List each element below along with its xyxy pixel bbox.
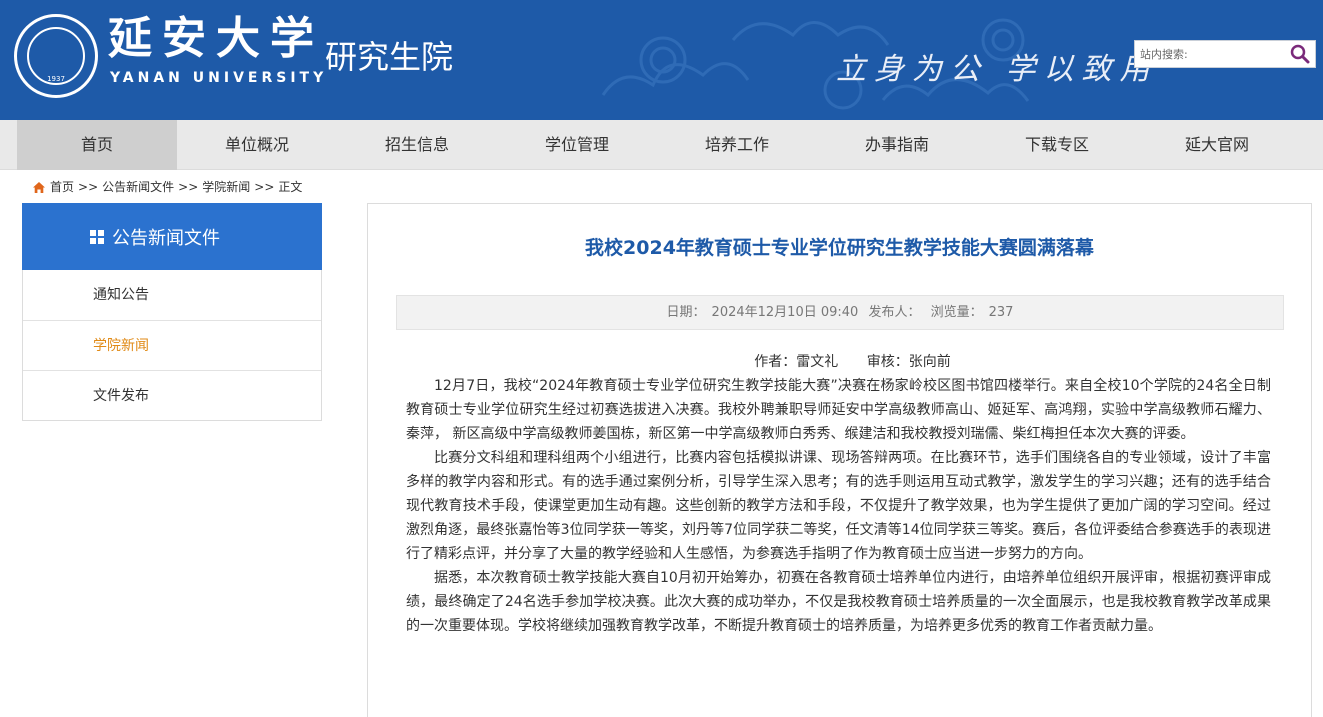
- sidebar-item-college-news[interactable]: 学院新闻: [23, 320, 321, 370]
- article-byline: 作者：雷文礼 审核：张向前: [368, 350, 1323, 374]
- slogan-calligraphy: 立身为公 学以致用: [836, 52, 1158, 87]
- breadcrumb-separator: >>: [78, 180, 99, 194]
- date-value: 2024年12月10日 09:40: [711, 305, 859, 320]
- site-header: 1937 延安大学 YANAN UNIVERSITY 研究生院 立身为公 学以致…: [0, 0, 1323, 120]
- reviewer: 审核：张向前: [866, 354, 951, 370]
- sidebar-title: 公告新闻文件: [112, 227, 220, 249]
- nav-item-home[interactable]: 首页: [17, 120, 177, 170]
- home-icon: [33, 181, 45, 193]
- breadcrumb-separator: >>: [254, 180, 275, 194]
- views-label: 浏览量：: [930, 305, 983, 320]
- seal-year: 1937: [47, 75, 65, 83]
- breadcrumb: 首页 >> 公告新闻文件 >> 学院新闻 >> 正文: [32, 178, 302, 196]
- grid-icon: [90, 229, 104, 244]
- university-name-en: YANAN UNIVERSITY: [110, 70, 328, 86]
- article-body: 12月7日，我校“2024年教育硕士专业学位研究生教学技能大赛”决赛在杨家岭校区…: [406, 374, 1271, 638]
- nav-item-training[interactable]: 培养工作: [657, 120, 817, 170]
- breadcrumb-current: 正文: [278, 180, 303, 194]
- nav-item-overview[interactable]: 单位概况: [177, 120, 337, 170]
- breadcrumb-separator: >>: [178, 180, 199, 194]
- date-label: 日期：: [666, 305, 706, 320]
- article-meta: 日期： 2024年12月10日 09:40 发布人： 浏览量： 237: [396, 295, 1284, 330]
- university-seal-logo: 1937: [14, 14, 98, 98]
- breadcrumb-notices[interactable]: 公告新闻文件: [102, 178, 174, 196]
- main-nav: 首页 单位概况 招生信息 学位管理 培养工作 办事指南 下载专区 延大官网: [0, 120, 1323, 170]
- nav-item-university-site[interactable]: 延大官网: [1137, 120, 1297, 170]
- nav-item-degree-management[interactable]: 学位管理: [497, 120, 657, 170]
- search-button[interactable]: [1285, 41, 1315, 67]
- sidebar-item-notices[interactable]: 通知公告: [23, 270, 321, 320]
- views-value: 237: [988, 305, 1014, 320]
- article-paragraph: 12月7日，我校“2024年教育硕士专业学位研究生教学技能大赛”决赛在杨家岭校区…: [406, 378, 1271, 442]
- sidebar-item-documents[interactable]: 文件发布: [23, 370, 321, 420]
- article-title: 我校2024年教育硕士专业学位研究生教学技能大赛圆满落幕: [585, 237, 1094, 259]
- breadcrumb-college-news[interactable]: 学院新闻: [202, 178, 250, 196]
- article-paragraph: 据悉，本次教育硕士教学技能大赛自10月初开始筹办，初赛在各教育硕士培养单位内进行…: [406, 570, 1271, 634]
- search-input[interactable]: [1135, 41, 1285, 67]
- article-paragraph: 比赛分文科组和理科组两个小组进行，比赛内容包括模拟讲课、现场答辩两项。在比赛环节…: [406, 450, 1271, 562]
- sidebar-header: 公告新闻文件: [22, 203, 322, 270]
- search-icon: [1290, 44, 1310, 64]
- sidebar: 公告新闻文件 通知公告 学院新闻 文件发布: [22, 203, 322, 421]
- sidebar-list: 通知公告 学院新闻 文件发布: [22, 270, 322, 421]
- nav-item-downloads[interactable]: 下载专区: [977, 120, 1137, 170]
- publisher-label: 发布人：: [868, 305, 921, 320]
- university-name-cn: 延安大学: [108, 13, 324, 64]
- author: 作者：雷文礼: [754, 354, 839, 370]
- school-name: 研究生院: [325, 38, 454, 76]
- nav-item-guide[interactable]: 办事指南: [817, 120, 977, 170]
- nav-item-admissions[interactable]: 招生信息: [337, 120, 497, 170]
- breadcrumb-home[interactable]: 首页: [50, 178, 74, 196]
- article-panel: 我校2024年教育硕士专业学位研究生教学技能大赛圆满落幕 日期： 2024年12月…: [367, 203, 1312, 717]
- site-search: [1134, 40, 1316, 68]
